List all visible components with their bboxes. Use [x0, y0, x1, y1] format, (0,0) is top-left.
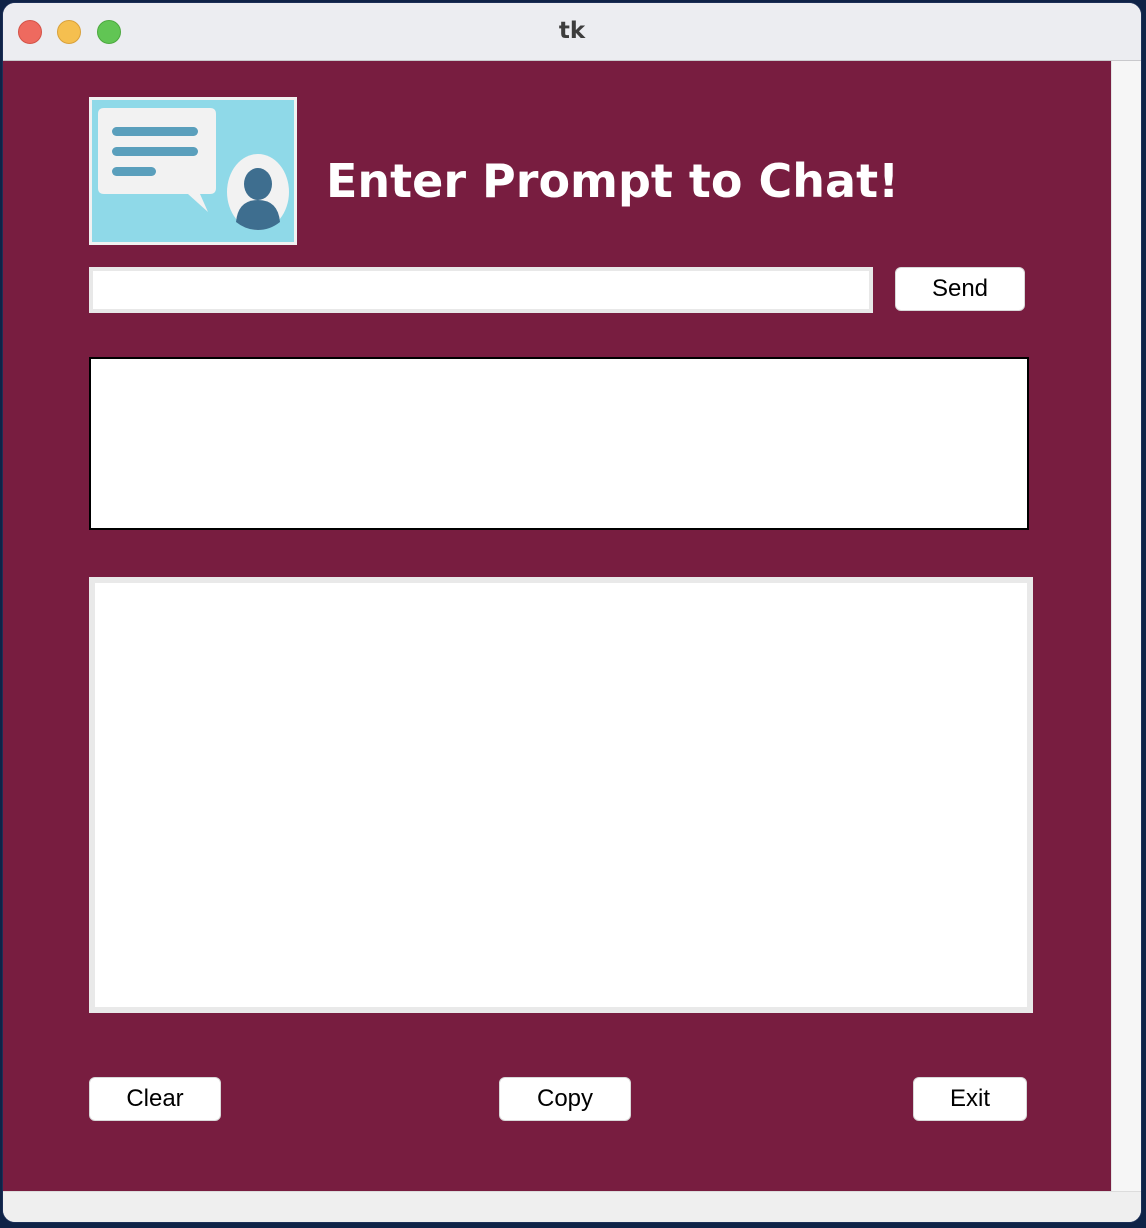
prompt-input[interactable]	[89, 267, 873, 313]
vertical-scrollbar[interactable]	[1111, 61, 1141, 1191]
chat-user-icon	[89, 97, 297, 245]
title-bar: tk	[3, 3, 1141, 61]
exit-button[interactable]: Exit	[913, 1077, 1027, 1121]
chat-history-textarea[interactable]	[89, 577, 1033, 1013]
page-title: Enter Prompt to Chat!	[326, 154, 900, 208]
copy-button[interactable]: Copy	[499, 1077, 631, 1121]
send-button[interactable]: Send	[895, 267, 1025, 311]
window-title: tk	[558, 18, 586, 44]
response-display	[89, 357, 1029, 530]
clear-button[interactable]: Clear	[89, 1077, 221, 1121]
horizontal-scrollbar[interactable]	[3, 1191, 1141, 1222]
